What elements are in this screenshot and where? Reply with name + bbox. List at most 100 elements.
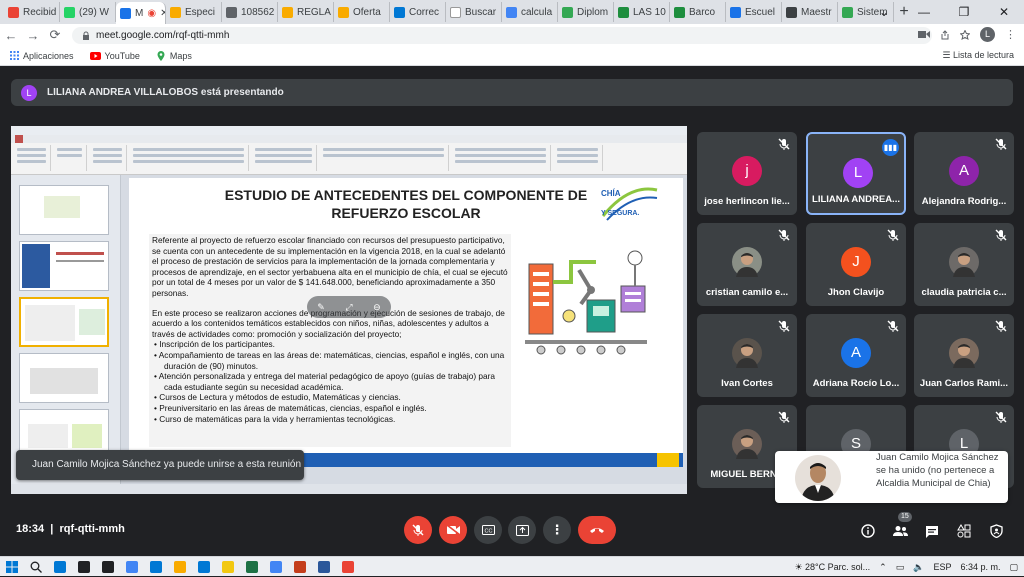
reload-button[interactable]: ⟳: [44, 27, 66, 43]
browser-tab[interactable]: Correc: [390, 2, 446, 22]
slide-bullet: • Acompañamiento de tareas en las áreas …: [154, 349, 505, 371]
browser-tab[interactable]: Especi: [166, 2, 222, 22]
share-icon[interactable]: [940, 29, 950, 40]
browser-tab[interactable]: calcula: [502, 2, 558, 22]
participant-tile[interactable]: Ivan Cortes: [697, 314, 797, 397]
leave-call-button[interactable]: [578, 516, 616, 544]
more-options-button[interactable]: ⋮: [543, 516, 571, 544]
weather-widget[interactable]: ☀ 28°C Parc. sol...: [794, 562, 870, 573]
browser-tab[interactable]: REGLA: [278, 2, 334, 22]
notifications-icon[interactable]: ▢: [1009, 562, 1018, 573]
address-bar[interactable]: meet.google.com/rqf-qtti-mmh: [72, 27, 932, 44]
participant-tile[interactable]: A Alejandra Rodrig...: [914, 132, 1014, 215]
shared-screen[interactable]: ESTUDIO DE ANTECEDENTES DEL COMPONENTE D…: [11, 126, 687, 494]
browser-tab[interactable]: (29) W: [60, 2, 116, 22]
taskbar-app-icon[interactable]: [168, 557, 192, 577]
slide-bullet: • Cursos de Lectura y métodos de estudio…: [154, 392, 401, 403]
tab-label: Oferta: [353, 6, 381, 18]
minimize-button[interactable]: —: [904, 0, 944, 24]
taskbar-app-icon[interactable]: [264, 557, 288, 577]
forward-button[interactable]: →: [22, 28, 44, 43]
browser-tab[interactable]: Buscar: [446, 2, 502, 22]
taskbar-app-icon[interactable]: [216, 557, 240, 577]
people-button[interactable]: [889, 520, 911, 542]
microphone-toggle-button[interactable]: [404, 516, 432, 544]
camera-toggle-button[interactable]: [439, 516, 467, 544]
app-icon: [318, 560, 330, 573]
participant-tile[interactable]: J Jhon Clavijo: [806, 223, 906, 306]
browser-tab[interactable]: Maestr: [782, 2, 838, 22]
meeting-details-button[interactable]: [857, 520, 879, 542]
bookmark-maps[interactable]: Maps: [156, 50, 192, 61]
participant-tile[interactable]: claudia patricia c...: [914, 223, 1014, 306]
star-icon[interactable]: [960, 29, 970, 40]
menu-icon[interactable]: ⋮: [1005, 28, 1016, 41]
back-button[interactable]: ←: [0, 28, 22, 43]
zoom-icon[interactable]: ⊖: [373, 302, 381, 313]
slide-thumbnail: [19, 241, 109, 291]
volume-icon[interactable]: 🔈: [913, 562, 924, 573]
more-vert-icon: ⋮: [550, 522, 564, 537]
tab-search-button[interactable]: ⌄: [864, 0, 904, 24]
activities-icon: [957, 524, 971, 538]
meet-control-bar: 18:34 | rqf-qtti-mmh CC ⋮: [0, 510, 1024, 550]
browser-tab[interactable]: Escuel: [726, 2, 782, 22]
tray-chevron-icon[interactable]: ⌃: [879, 562, 887, 573]
taskbar-app-icon[interactable]: [144, 557, 168, 577]
participant-tile[interactable]: Juan Carlos Rami...: [914, 314, 1014, 397]
chat-button[interactable]: [921, 520, 943, 542]
clock[interactable]: 6:34 p. m.: [960, 562, 1000, 572]
svg-text:Y SEGURA.: Y SEGURA.: [601, 210, 639, 217]
participant-tile[interactable]: A Adriana Rocío Lo...: [806, 314, 906, 397]
browser-tab[interactable]: LAS 10: [614, 2, 670, 22]
taskbar-app-icon[interactable]: [48, 557, 72, 577]
pin-icon[interactable]: ✎: [317, 302, 325, 313]
tab-label: Barco: [689, 6, 716, 18]
browser-tab[interactable]: Oferta: [334, 2, 390, 22]
activities-button[interactable]: [953, 520, 975, 542]
participant-tile[interactable]: L LILIANA ANDREA... ▮▮▮: [806, 132, 906, 215]
taskbar-app-icon[interactable]: [192, 557, 216, 577]
taskbar-app-icon[interactable]: [96, 557, 120, 577]
browser-tab[interactable]: Recibid: [4, 2, 60, 22]
tab-label: calcula: [521, 6, 553, 18]
tab-favicon-icon: [338, 6, 349, 18]
participant-tile[interactable]: cristian camilo e...: [697, 223, 797, 306]
browser-tab[interactable]: 108562: [222, 2, 278, 22]
host-controls-button[interactable]: [985, 520, 1007, 542]
camera-indicator-icon[interactable]: [918, 30, 930, 39]
start-button[interactable]: [0, 557, 24, 577]
present-screen-button[interactable]: [508, 516, 536, 544]
fullscreen-icon[interactable]: ⤢: [345, 302, 352, 313]
participant-name: cristian camilo e...: [705, 287, 789, 298]
participant-tile[interactable]: j jose herlincon lie...: [697, 132, 797, 215]
search-button[interactable]: [24, 557, 48, 577]
taskbar-app-icon[interactable]: [120, 557, 144, 577]
taskbar-app-icon[interactable]: [336, 557, 360, 577]
reading-list-button[interactable]: ☰ Lista de lectura: [942, 50, 1014, 61]
browser-tab[interactable]: Barco: [670, 2, 726, 22]
language-indicator[interactable]: ESP: [933, 562, 951, 572]
captions-button[interactable]: CC: [474, 516, 502, 544]
taskbar-app-icon[interactable]: [72, 557, 96, 577]
bookmark-youtube[interactable]: YouTube: [89, 51, 140, 61]
taskbar-app-icon[interactable]: [288, 557, 312, 577]
camera-off-icon: [446, 525, 460, 535]
meeting-time-and-code: 18:34 | rqf-qtti-mmh: [16, 523, 125, 535]
close-window-button[interactable]: ✕: [984, 0, 1024, 24]
taskbar-app-icon[interactable]: [312, 557, 336, 577]
browser-tab[interactable]: Diplom: [558, 2, 614, 22]
participant-avatar: L: [843, 158, 873, 188]
participant-joined-popup[interactable]: Juan Camilo Mojica Sánchez se ha unido (…: [775, 451, 1008, 503]
tab-favicon-icon: [8, 6, 19, 18]
browser-tab[interactable]: M◉✕: [116, 2, 166, 24]
tab-label: Especi: [185, 6, 216, 18]
bookmark-apps[interactable]: Aplicaciones: [10, 51, 74, 61]
network-icon[interactable]: ▭: [896, 562, 905, 573]
restore-button[interactable]: ❐: [944, 0, 984, 24]
slide-bullet: • Inscripción de los participantes.: [154, 339, 275, 350]
presentation-hover-controls: ✎ ⤢ ⊖: [307, 296, 391, 318]
taskbar-app-icon[interactable]: [240, 557, 264, 577]
participant-name: Adriana Rocío Lo...: [812, 378, 900, 389]
profile-avatar[interactable]: L: [980, 27, 995, 42]
